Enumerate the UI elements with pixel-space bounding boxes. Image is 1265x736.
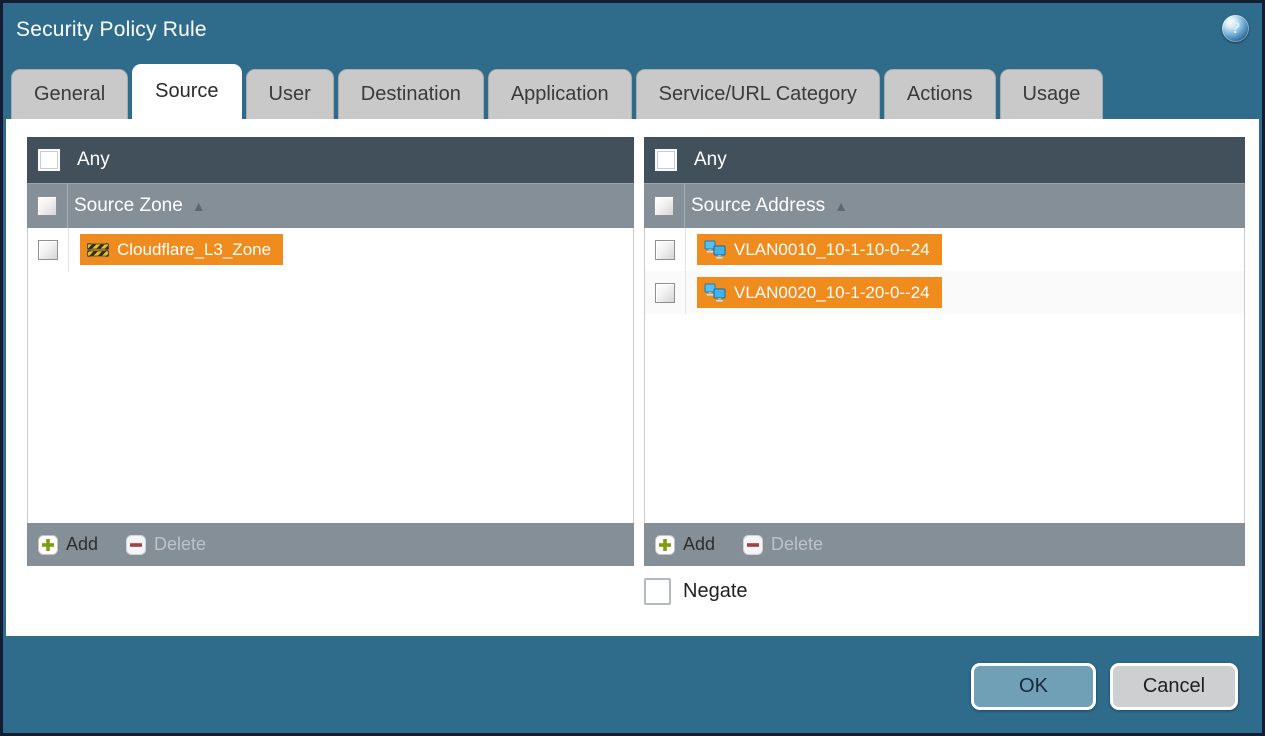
- delete-button[interactable]: Delete: [743, 534, 823, 555]
- tab-user[interactable]: User: [245, 69, 334, 119]
- address-icon: [704, 240, 726, 259]
- delete-button-label: Delete: [771, 534, 824, 554]
- zone-icon: [87, 243, 109, 257]
- source-address-footer: Add Delete: [644, 523, 1245, 566]
- dialog-button-row: OK Cancel: [971, 663, 1238, 710]
- source-zone-select-all-checkbox[interactable]: [37, 196, 57, 216]
- negate-checkbox[interactable]: [644, 578, 671, 605]
- source-address-any-header: Any: [644, 137, 1245, 183]
- tab-bar: General Source User Destination Applicat…: [11, 64, 1254, 119]
- source-address-select-all-checkbox[interactable]: [654, 196, 674, 216]
- negate-label: Negate: [683, 580, 748, 602]
- negate-row: Negate: [644, 578, 748, 605]
- panels-container: Any Source Zone ▲ Cloudflare_L3_Zone Add…: [27, 137, 1245, 566]
- address-tag-label: VLAN0020_10-1-20-0--24: [734, 282, 930, 302]
- address-icon: [704, 283, 726, 302]
- row-checkbox[interactable]: [655, 282, 675, 303]
- source-zone-panel: Any Source Zone ▲ Cloudflare_L3_Zone Add…: [27, 137, 634, 566]
- tab-source[interactable]: Source: [132, 64, 242, 119]
- add-button[interactable]: Add: [38, 534, 98, 555]
- source-zone-select-all-cell: [27, 184, 68, 228]
- source-address-rows: VLAN0010_10-1-10-0--24 VLAN0020_10-1-20-…: [644, 228, 1245, 523]
- source-zone-any-header: Any: [27, 137, 634, 183]
- plus-icon: [655, 534, 675, 555]
- minus-icon: [743, 534, 764, 555]
- delete-button[interactable]: Delete: [126, 534, 206, 555]
- minus-icon: [126, 534, 147, 555]
- row-checkbox-cell: [645, 228, 686, 271]
- source-address-any-label: Any: [694, 149, 727, 170]
- ok-button[interactable]: OK: [971, 663, 1096, 710]
- address-tag[interactable]: VLAN0010_10-1-10-0--24: [697, 234, 942, 265]
- table-row[interactable]: VLAN0010_10-1-10-0--24: [645, 228, 1244, 271]
- source-address-select-all-cell: [644, 184, 685, 228]
- source-zone-column-title: Source Zone: [74, 195, 183, 216]
- add-button-label: Add: [66, 534, 99, 554]
- help-icon[interactable]: ?: [1222, 15, 1249, 42]
- sort-ascending-icon: ▲: [834, 198, 848, 214]
- page-title: Security Policy Rule: [16, 18, 207, 41]
- plus-icon: [38, 534, 58, 555]
- cancel-button[interactable]: Cancel: [1110, 663, 1238, 710]
- source-zone-any-checkbox[interactable]: [38, 149, 60, 171]
- row-checkbox-cell: [645, 271, 686, 314]
- dialog-titlebar: Security Policy Rule ?: [3, 3, 1262, 63]
- address-tag-label: VLAN0010_10-1-10-0--24: [734, 239, 930, 259]
- sort-ascending-icon: ▲: [191, 198, 206, 214]
- table-row[interactable]: VLAN0020_10-1-20-0--24: [645, 271, 1244, 314]
- tab-application[interactable]: Application: [487, 69, 632, 119]
- row-checkbox-cell: [28, 228, 69, 271]
- tab-service-url-category[interactable]: Service/URL Category: [635, 69, 880, 119]
- source-zone-any-label: Any: [77, 149, 110, 170]
- source-address-panel: Any Source Address ▲ VLAN0010_10-1-10-0-…: [644, 137, 1245, 566]
- security-policy-rule-dialog: Security Policy Rule ? General Source Us…: [0, 0, 1265, 736]
- tab-general[interactable]: General: [11, 69, 129, 119]
- table-row[interactable]: Cloudflare_L3_Zone: [28, 228, 633, 271]
- source-zone-rows: Cloudflare_L3_Zone: [27, 228, 634, 523]
- delete-button-label: Delete: [154, 534, 207, 554]
- zone-tag[interactable]: Cloudflare_L3_Zone: [80, 234, 284, 265]
- source-zone-column-header[interactable]: Source Zone ▲: [27, 183, 634, 228]
- source-zone-footer: Add Delete: [27, 523, 634, 566]
- add-button-label: Add: [683, 534, 716, 554]
- row-checkbox[interactable]: [655, 239, 675, 260]
- source-address-column-title: Source Address: [691, 195, 826, 216]
- zone-tag-label: Cloudflare_L3_Zone: [117, 239, 272, 259]
- tab-actions[interactable]: Actions: [883, 69, 996, 119]
- source-tab-content: Any Source Zone ▲ Cloudflare_L3_Zone Add…: [6, 119, 1259, 636]
- source-address-column-header[interactable]: Source Address ▲: [644, 183, 1245, 228]
- address-tag[interactable]: VLAN0020_10-1-20-0--24: [697, 277, 942, 308]
- add-button[interactable]: Add: [655, 534, 715, 555]
- row-checkbox[interactable]: [38, 239, 58, 260]
- help-glyph: ?: [1230, 19, 1241, 37]
- source-address-any-checkbox[interactable]: [655, 149, 677, 171]
- tab-usage[interactable]: Usage: [999, 69, 1104, 119]
- tab-destination[interactable]: Destination: [337, 69, 484, 119]
